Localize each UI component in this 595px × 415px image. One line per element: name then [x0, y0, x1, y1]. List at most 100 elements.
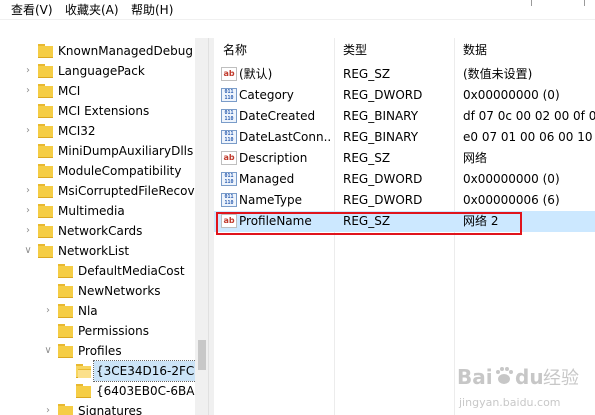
tree-item-label: KnownManagedDebug: [58, 44, 193, 58]
folder-icon: [58, 284, 73, 298]
tree-item[interactable]: {3CE34D16-2FCE: [0, 360, 205, 382]
window-divider: [584, 0, 585, 6]
value-data: 网络: [463, 151, 488, 165]
list-row[interactable]: 011 110 Managed REG_DWORD 0x00000000 (0): [214, 169, 595, 190]
value-type: REG_BINARY: [343, 109, 419, 123]
binary-value-icon: 011 110: [221, 109, 237, 123]
tree-item-label: ModuleCompatibility: [58, 164, 182, 178]
list-row[interactable]: ab (默认) REG_SZ (数值未设置): [214, 64, 595, 85]
chevron-right-icon[interactable]: ›: [22, 181, 34, 201]
tree-item-label: NetworkCards: [58, 224, 143, 238]
value-data: (数值未设置): [463, 67, 533, 81]
tree-item[interactable]: {6403EB0C-6BA0: [0, 381, 202, 401]
list-row[interactable]: ab Description REG_SZ 网络: [214, 148, 595, 169]
tree-item[interactable]: › Signatures: [0, 401, 195, 415]
column-header-type[interactable]: 类型: [334, 38, 454, 62]
chevron-right-icon[interactable]: ›: [42, 301, 54, 321]
value-type: REG_BINARY: [343, 130, 419, 144]
tree-item[interactable]: › LanguagePack: [0, 61, 195, 81]
binary-value-icon: 011 110: [221, 88, 237, 102]
folder-icon: [38, 164, 53, 178]
value-name: Description: [239, 151, 308, 165]
chevron-down-icon[interactable]: ∨: [22, 241, 34, 261]
binary-value-icon: 011 110: [221, 193, 237, 207]
value-type: REG_SZ: [343, 67, 391, 81]
value-type: REG_DWORD: [343, 193, 423, 207]
tree-item[interactable]: › MCI: [0, 81, 195, 101]
tree-item[interactable]: › Nla: [0, 301, 195, 321]
tree-item-label: Profiles: [78, 344, 122, 358]
list-row[interactable]: 011 110 DateCreated REG_BINARY df 07 0c 00 …: [214, 106, 595, 127]
folder-icon: [38, 204, 53, 218]
tree-item[interactable]: NewNetworks: [0, 281, 195, 301]
open-folder-icon: [76, 364, 91, 378]
tree-item[interactable]: MCI Extensions: [0, 101, 195, 121]
tree-item[interactable]: ∨ Profiles: [0, 341, 195, 361]
tree-item[interactable]: › MsiCorruptedFileRecov: [0, 181, 195, 201]
chevron-right-icon[interactable]: ›: [22, 81, 34, 101]
value-name: Managed: [239, 172, 295, 186]
value-data: 0x00000006 (6): [463, 193, 560, 207]
registry-key-tree[interactable]: KnownManagedDebug › LanguagePack › MCI MCI Ex…: [0, 38, 208, 415]
column-header-name[interactable]: 名称: [214, 38, 334, 62]
menu-favorites[interactable]: 收藏夹(A): [63, 0, 121, 20]
watermark-brand-2: du: [515, 365, 544, 389]
tree-item-label: Signatures: [78, 404, 143, 415]
tree-item[interactable]: Permissions: [0, 321, 195, 341]
value-name: (默认): [239, 67, 273, 81]
value-name: Category: [239, 88, 294, 102]
menu-bar: 查看(V) 收藏夹(A) 帮助(H): [0, 0, 595, 20]
tree-item[interactable]: › NetworkCards: [0, 221, 195, 241]
tree-item[interactable]: › Multimedia: [0, 201, 195, 221]
tree-item-label: MCI: [58, 84, 81, 98]
folder-icon: [38, 184, 53, 198]
window-divider: [531, 0, 532, 6]
value-name: NameType: [239, 193, 302, 207]
paw-icon: [496, 367, 513, 384]
tree-item-label: DefaultMediaCost: [78, 264, 185, 278]
tree-item[interactable]: › MCI32: [0, 121, 195, 141]
folder-icon: [38, 124, 53, 138]
tree-item-label: NewNetworks: [78, 284, 161, 298]
registry-values-list[interactable]: 名称 类型 数据 ab (默认) REG_SZ (数值未设置) 011 110 Categ…: [214, 38, 595, 415]
folder-icon: [38, 44, 53, 58]
folder-icon: [38, 244, 53, 258]
tree-item-label: NetworkList: [58, 244, 130, 258]
chevron-right-icon[interactable]: ›: [22, 221, 34, 241]
tree-item[interactable]: KnownManagedDebug: [0, 41, 195, 61]
red-highlight-annotation: [216, 212, 522, 235]
menu-help[interactable]: 帮助(H): [129, 0, 175, 20]
folder-icon: [38, 64, 53, 78]
tree-item[interactable]: ∨ NetworkList: [0, 241, 195, 261]
chevron-down-icon[interactable]: ∨: [42, 341, 54, 361]
tree-item[interactable]: ModuleCompatibility: [0, 161, 195, 181]
list-row[interactable]: 011 110 NameType REG_DWORD 0x00000006 (6): [214, 190, 595, 211]
value-data: 0x00000000 (0): [463, 172, 560, 186]
string-value-icon: ab: [221, 151, 237, 165]
watermark-brand: Bai: [457, 365, 493, 389]
value-data: e0 07 01 00 06 00 10 00: [463, 130, 595, 144]
menu-view[interactable]: 查看(V): [9, 0, 55, 20]
chevron-right-icon[interactable]: ›: [42, 401, 54, 415]
watermark-url: jingyan.baidu.com: [458, 396, 561, 409]
chevron-right-icon[interactable]: ›: [22, 61, 34, 81]
folder-icon: [38, 144, 53, 158]
list-row[interactable]: 011 110 Category REG_DWORD 0x00000000 (0): [214, 85, 595, 106]
binary-value-icon: 011 110: [221, 172, 237, 186]
tree-item[interactable]: DefaultMediaCost: [0, 261, 195, 281]
tree-item-label: Multimedia: [58, 204, 125, 218]
chevron-right-icon[interactable]: ›: [22, 201, 34, 221]
column-header-data[interactable]: 数据: [454, 38, 595, 62]
tree-item[interactable]: MiniDumpAuxiliaryDlls: [0, 141, 195, 161]
tree-item-label: LanguagePack: [58, 64, 145, 78]
baidu-jingyan-watermark: Bai du 经验 jingyan.baidu.com: [457, 365, 579, 409]
list-row[interactable]: 011 110 DateLastConn... REG_BINARY e0 07 01…: [214, 127, 595, 148]
tree-scroll-thumb[interactable]: [198, 340, 206, 370]
binary-value-icon: 011 110: [221, 130, 237, 144]
chevron-right-icon[interactable]: ›: [22, 121, 34, 141]
folder-icon: [58, 344, 73, 358]
value-data: 0x00000000 (0): [463, 88, 560, 102]
tree-item-label: Permissions: [78, 324, 149, 338]
folder-icon: [58, 404, 73, 415]
tree-item-label: MCI32: [58, 124, 96, 138]
